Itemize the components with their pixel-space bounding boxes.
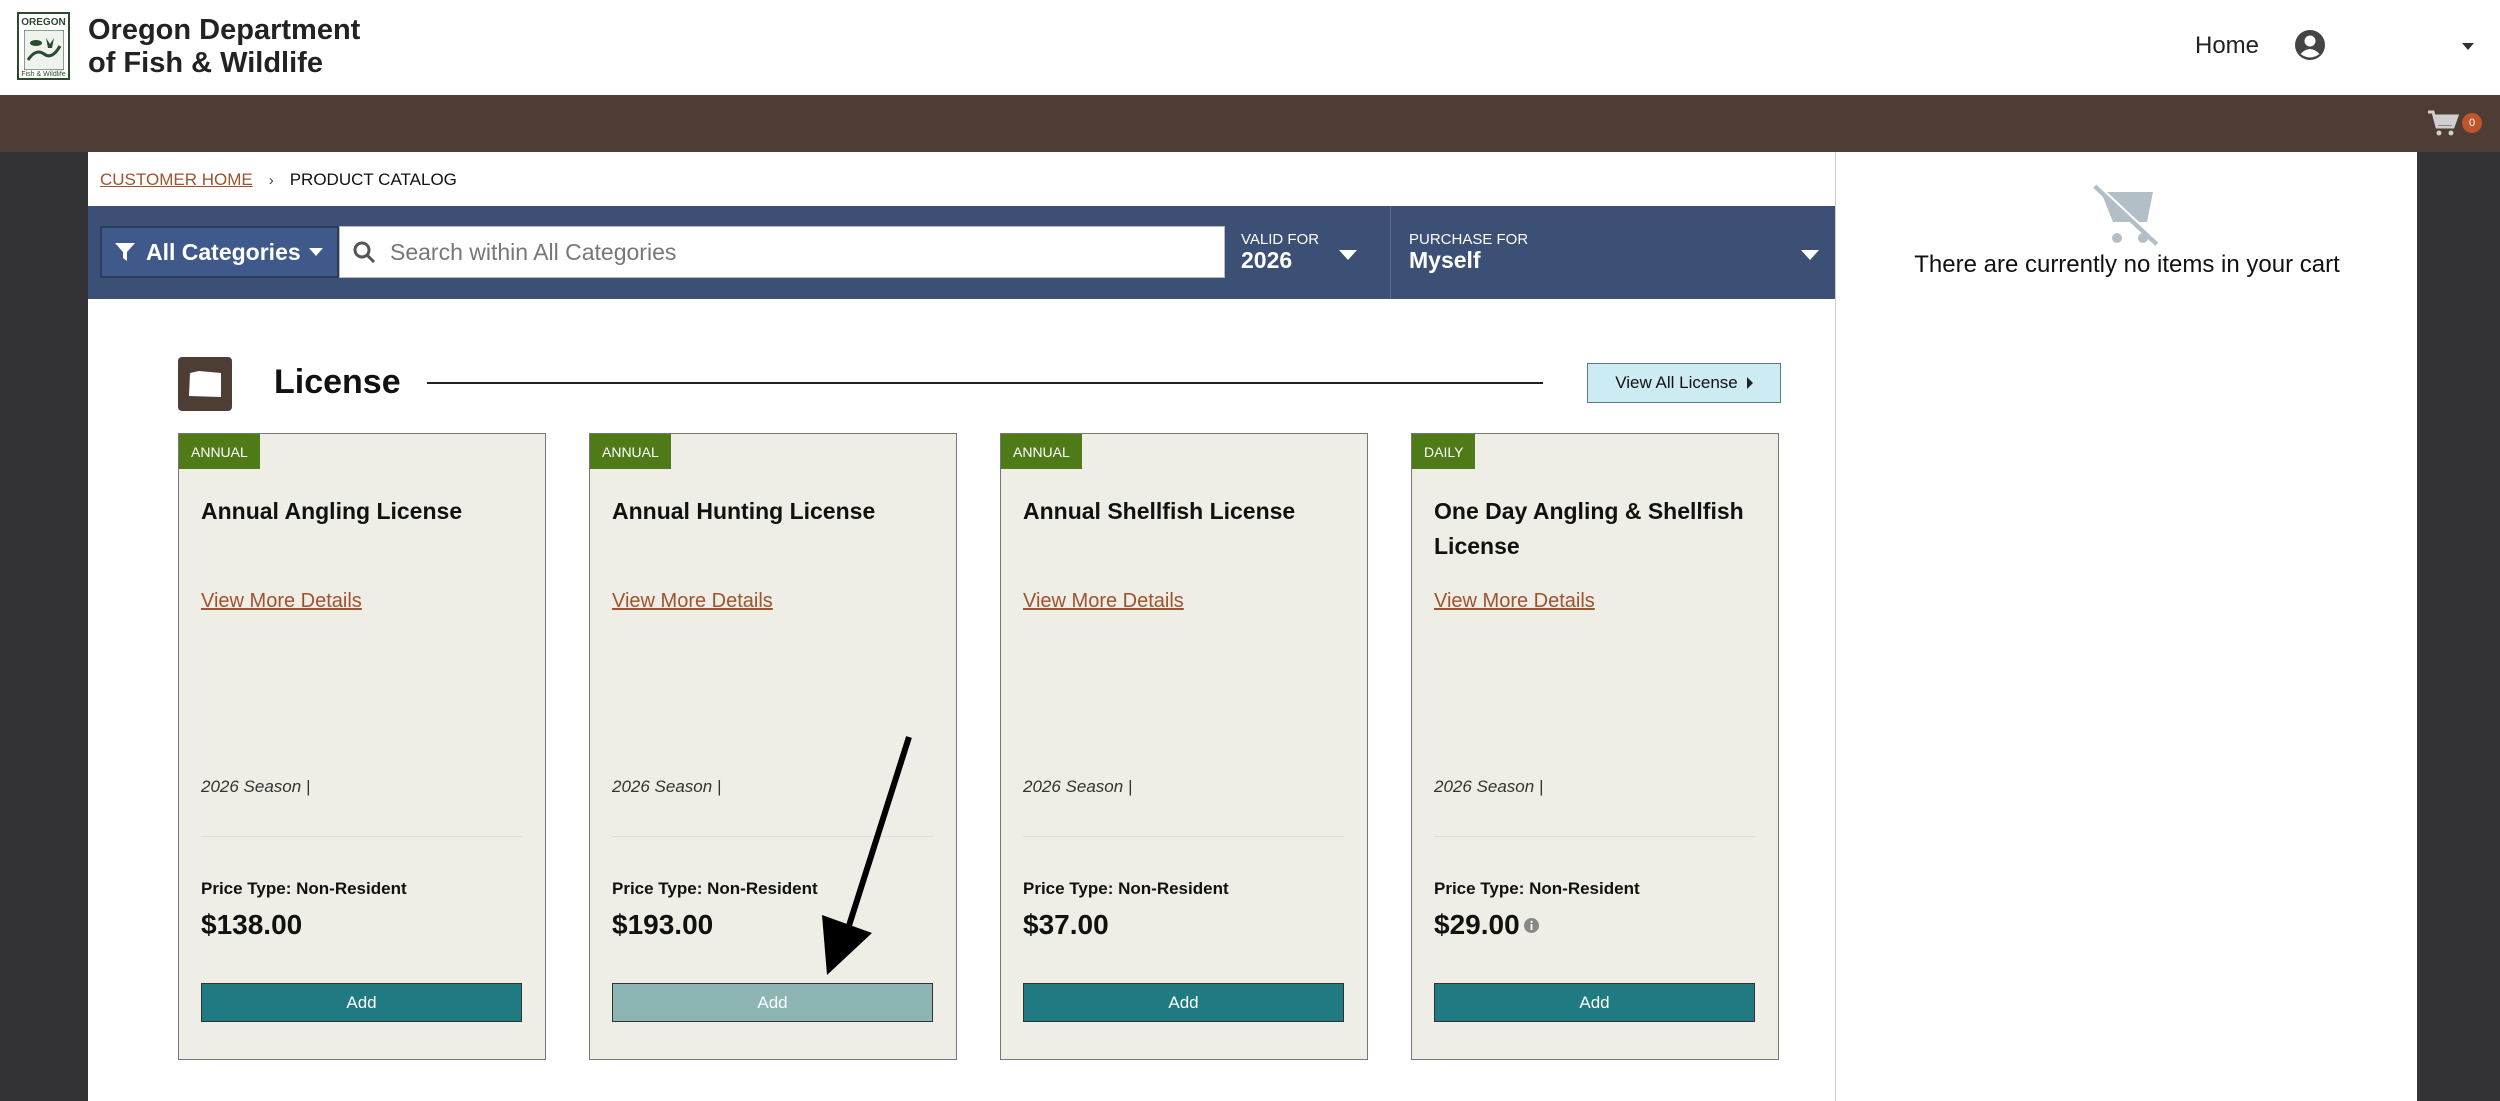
breadcrumb-customer-home[interactable]: Customer Home	[100, 170, 253, 190]
valid-for-dropdown[interactable]: Valid For 2026	[1241, 206, 1391, 299]
section-divider	[427, 382, 1543, 384]
license-type-badge: ANNUAL	[179, 434, 260, 469]
chevron-down-icon	[308, 248, 323, 256]
season-label: 2026 Season |	[1434, 777, 1544, 796]
fish-wildlife-emblem-icon	[23, 30, 64, 70]
card-divider	[612, 836, 933, 837]
org-name[interactable]: Oregon Department of Fish & Wildlife	[88, 14, 360, 80]
price-type: Price Type: Non-Resident	[612, 879, 818, 898]
add-to-cart-button[interactable]: Add	[1434, 983, 1755, 1022]
view-more-details-link[interactable]: View More Details	[201, 590, 362, 613]
org-name-line2: of Fish & Wildlife	[88, 47, 323, 79]
season-label: 2026 Season |	[201, 777, 311, 796]
price-type: Price Type: Non-Resident	[201, 879, 407, 898]
filter-bar: All Categories Valid For 2026 Purchase F…	[88, 206, 1835, 299]
product-title: One Day Angling & Shellfish License	[1434, 498, 1744, 559]
product-card: ANNUAL Annual Angling License View More …	[178, 433, 546, 1060]
view-all-license-button[interactable]: View All License	[1587, 363, 1781, 403]
breadcrumb-separator-icon: ›	[268, 171, 274, 189]
product-price: $138.00	[201, 909, 302, 941]
product-card: ANNUAL Annual Shellfish License View Mor…	[1000, 433, 1368, 1060]
card-divider	[1023, 836, 1344, 837]
filter-icon	[115, 243, 135, 261]
product-title: Annual Shellfish License	[1023, 498, 1296, 524]
breadcrumb: Customer Home › Product Catalog	[100, 170, 457, 190]
product-title: Annual Angling License	[201, 498, 463, 524]
caret-right-icon	[1746, 377, 1753, 389]
logo-text-bottom: Fish & Wildlife	[21, 71, 66, 78]
search-icon	[353, 241, 376, 264]
section-title: License	[274, 363, 401, 401]
price-value: $29.00	[1434, 909, 1520, 940]
oregon-state-icon	[189, 371, 221, 397]
price-value: $193.00	[612, 909, 714, 940]
nav-home-link[interactable]: Home	[2195, 32, 2259, 60]
chevron-down-icon	[1801, 250, 1819, 260]
user-menu-chevron-down-icon[interactable]	[2462, 43, 2474, 50]
cart-count-badge: 0	[2462, 113, 2482, 133]
price-value: $138.00	[201, 909, 303, 940]
purchase-for-dropdown[interactable]: Purchase For Myself	[1397, 206, 1835, 299]
search-input[interactable]	[390, 238, 1210, 266]
license-type-badge: ANNUAL	[1001, 434, 1082, 469]
view-more-details-link[interactable]: View More Details	[612, 590, 773, 613]
logo-text-top: OREGON	[21, 17, 66, 28]
price-type: Price Type: Non-Resident	[1434, 879, 1640, 898]
category-dropdown[interactable]: All Categories	[100, 226, 339, 278]
product-price: $193.00	[612, 909, 713, 941]
breadcrumb-current: Product Catalog	[289, 170, 457, 189]
view-more-details-link[interactable]: View More Details	[1023, 590, 1184, 613]
add-to-cart-button[interactable]: Add	[201, 983, 522, 1022]
search-box	[339, 226, 1225, 278]
odfw-logo[interactable]: OREGON Fish & Wildlife	[17, 12, 70, 80]
right-gutter	[2417, 152, 2500, 1101]
add-to-cart-button[interactable]: Add	[1023, 983, 1344, 1022]
purchase-for-value: Myself	[1409, 247, 1481, 273]
user-account-icon[interactable]	[2294, 29, 2326, 61]
purchase-for-label: Purchase For	[1409, 231, 1529, 248]
card-divider	[201, 836, 522, 837]
shopping-cart-icon[interactable]	[2427, 109, 2459, 137]
season-label: 2026 Season |	[612, 777, 722, 796]
product-card: ANNUAL Annual Hunting License View More …	[589, 433, 957, 1060]
license-section-icon	[178, 357, 232, 411]
empty-cart-icon	[2093, 183, 2160, 246]
valid-for-value: 2026	[1241, 247, 1293, 273]
info-icon[interactable]	[1523, 917, 1540, 934]
product-card: DAILY One Day Angling & Shellfish Licens…	[1411, 433, 1779, 1060]
license-type-badge: ANNUAL	[590, 434, 671, 469]
card-divider	[1434, 836, 1755, 837]
license-type-badge: DAILY	[1412, 434, 1476, 469]
category-label: All Categories	[146, 238, 301, 265]
left-gutter	[0, 152, 88, 1101]
chevron-down-icon	[1339, 250, 1357, 260]
empty-cart-message: There are currently no items in your car…	[1914, 251, 2340, 278]
cart-bar	[0, 95, 2500, 152]
price-value: $37.00	[1023, 909, 1109, 940]
org-name-line1: Oregon Department	[88, 14, 361, 46]
product-price: $37.00	[1023, 909, 1109, 941]
view-all-label: View All License	[1615, 373, 1738, 392]
product-catalog: Customer Home › Product Catalog All Cate…	[88, 152, 1835, 1101]
view-more-details-link[interactable]: View More Details	[1434, 590, 1595, 613]
add-to-cart-button[interactable]: Add	[612, 983, 933, 1022]
cart-panel: There are currently no items in your car…	[1835, 152, 2417, 1101]
product-price: $29.00	[1434, 909, 1540, 941]
season-label: 2026 Season |	[1023, 777, 1133, 796]
product-title: Annual Hunting License	[612, 498, 876, 524]
top-header: OREGON Fish & Wildlife Oregon Department…	[0, 0, 2500, 95]
valid-for-label: Valid For	[1241, 231, 1320, 248]
price-type: Price Type: Non-Resident	[1023, 879, 1229, 898]
